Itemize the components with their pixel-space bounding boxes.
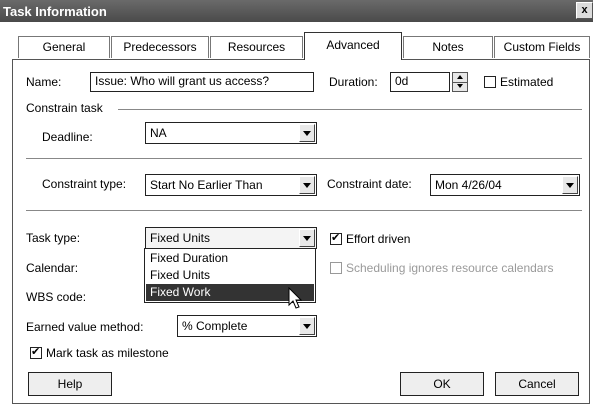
calendar-label: Calendar: [26,261,79,275]
earned-value-value: % Complete [182,319,248,333]
name-label: Name: [26,75,62,89]
wbs-code-label: WBS code: [26,290,87,304]
close-icon: x [581,4,588,16]
group-divider [118,109,582,110]
ok-button[interactable]: OK [400,372,484,396]
constraint-date-dropdown[interactable]: Mon 4/26/04 [430,174,580,196]
chevron-down-icon[interactable] [299,317,315,335]
duration-spinner[interactable] [452,72,468,92]
milestone-checkbox[interactable] [30,345,42,359]
chevron-down-icon[interactable] [299,229,315,247]
cancel-button[interactable]: Cancel [495,372,579,396]
scheduling-ignores-label: Scheduling ignores resource calendars [346,261,554,275]
duration-label: Duration: [329,75,378,89]
duration-field[interactable]: 0d [390,72,450,92]
effort-driven-checkbox[interactable] [330,231,342,245]
deadline-value: NA [150,126,167,140]
name-field[interactable]: Issue: Who will grant us access? [90,72,314,92]
tab-general[interactable]: General [18,36,110,58]
constrain-task-heading: Constrain task [26,101,103,115]
tab-advanced[interactable]: Advanced [304,32,402,60]
constraint-date-value: Mon 4/26/04 [435,178,502,192]
arrow-pointer-icon [288,287,303,309]
constraint-type-label: Constraint type: [42,177,127,191]
constraint-date-label: Constraint date: [327,177,412,191]
tab-resources[interactable]: Resources [210,36,303,58]
task-type-label: Task type: [26,231,81,245]
list-item[interactable]: Fixed Duration [146,250,314,267]
chevron-down-icon[interactable] [299,176,315,194]
close-button[interactable]: x [576,2,593,19]
earned-value-dropdown[interactable]: % Complete [177,315,317,337]
task-type-value: Fixed Units [150,231,211,245]
title-bar[interactable]: Task Information x [0,0,593,22]
effort-driven-label: Effort driven [346,232,411,246]
tab-custom-fields[interactable]: Custom Fields [494,36,590,58]
milestone-label: Mark task as milestone [46,346,169,360]
task-information-dialog: Task Information x General Predecessors … [0,0,593,410]
list-item[interactable]: Fixed Units [146,267,314,284]
tab-notes[interactable]: Notes [403,36,493,58]
help-button[interactable]: Help [28,372,112,396]
constraint-type-dropdown[interactable]: Start No Earlier Than [145,174,317,196]
earned-value-label: Earned value method: [26,320,144,334]
divider [26,210,582,211]
divider [26,158,582,159]
estimated-checkbox[interactable] [484,76,496,88]
window-title: Task Information [3,4,107,19]
deadline-dropdown[interactable]: NA [145,122,317,144]
task-type-dropdown[interactable]: Fixed Units [145,227,317,249]
tab-predecessors[interactable]: Predecessors [111,36,209,58]
chevron-down-icon[interactable] [562,176,578,194]
chevron-down-icon[interactable] [299,124,315,142]
constraint-type-value: Start No Earlier Than [150,178,263,192]
spin-down-icon[interactable] [453,82,467,91]
estimated-label: Estimated [500,75,554,89]
deadline-label: Deadline: [42,130,93,144]
scheduling-ignores-checkbox[interactable] [330,262,342,274]
